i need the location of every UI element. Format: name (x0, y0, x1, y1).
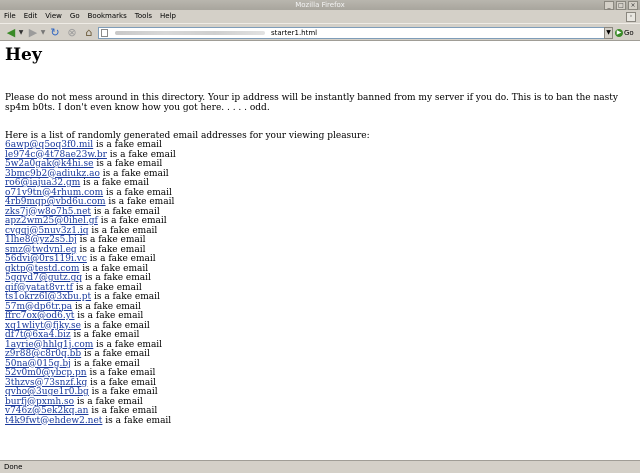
stop-icon[interactable]: ⊗ (65, 26, 79, 39)
menu-help[interactable]: Help (158, 10, 179, 23)
window-controls: _ □ × (604, 1, 638, 10)
url-dropdown-icon[interactable]: ▼ (604, 27, 613, 39)
forward-dropdown-icon[interactable]: ▼ (40, 26, 46, 39)
email-suffix: is a fake email (79, 263, 149, 274)
go-button[interactable]: ▶ Go (615, 28, 634, 38)
email-link[interactable]: z9r88@c8r0q.bb (5, 349, 81, 359)
email-suffix: is a fake email (76, 244, 146, 255)
menu-go[interactable]: Go (68, 10, 83, 23)
status-text: Done (4, 463, 23, 471)
email-link[interactable]: 3thzvs@73snzf.kg (5, 378, 87, 388)
window-titlebar: Mozilla Firefox _ □ × (0, 0, 640, 10)
email-link[interactable]: qvho@3uge1r0.bg (5, 387, 89, 397)
email-link[interactable]: smz@twdvnl.eg (5, 245, 77, 255)
throbber-icon: ◦ (626, 12, 636, 22)
email-suffix: is a fake email (81, 349, 150, 359)
email-link[interactable]: ts1okrz6l@3xbu.pt (5, 292, 91, 302)
reload-icon[interactable]: ↻ (48, 26, 62, 39)
email-link[interactable]: 6awp@q5oq3f0.mil (5, 140, 93, 150)
url-text: starter1.html (271, 29, 318, 37)
email-suffix: is a fake email (106, 149, 176, 160)
email-list: 6awp@q5oq3f0.mil is a fake email le974c@4… (5, 140, 176, 427)
email-suffix: is a fake email (74, 311, 144, 321)
email-suffix: is a fake email (91, 206, 160, 217)
warning-text: Please do not mess around in this direct… (5, 93, 618, 113)
email-link[interactable]: 1ayrie@hhlg1j.com (5, 340, 93, 350)
back-arrow-icon[interactable]: ◀ (4, 26, 18, 39)
navigation-toolbar: ◀ ▼ ▶ ▼ ↻ ⊗ ⌂ starter1.html ▼ ▶ Go (0, 23, 640, 41)
back-dropdown-icon[interactable]: ▼ (18, 26, 24, 39)
home-icon[interactable]: ⌂ (82, 26, 96, 39)
email-suffix: is a fake email (81, 320, 150, 331)
menu-file[interactable]: File (2, 10, 19, 23)
email-link[interactable]: cvgqj@5nuv3z1.iq (5, 226, 89, 236)
email-link[interactable]: zks7j@w8o7h5.net (5, 207, 91, 217)
email-suffix: is a fake email (74, 396, 143, 407)
email-suffix: is a fake email (93, 159, 163, 169)
email-link[interactable]: ffrc7ox@od6.yt (5, 311, 74, 321)
email-list-item: t4k9fwt@ehdew2.net is a fake email (5, 415, 176, 427)
email-link[interactable]: 1lhe8@yz2s5.bj (5, 235, 77, 245)
email-link[interactable]: burfj@pxmh.so (5, 397, 74, 407)
email-link[interactable]: apz2wm25@0ihel.gf (5, 216, 98, 226)
email-suffix: is a fake email (103, 187, 172, 198)
email-link[interactable]: gktp@testd.com (5, 264, 79, 274)
page-heading: Hey (5, 45, 42, 65)
email-link[interactable]: ro6@iajua32.gm (5, 178, 80, 188)
email-link[interactable]: t4k9fwt@ehdew2.net (5, 416, 102, 426)
menu-bookmarks[interactable]: Bookmarks (86, 10, 130, 23)
email-suffix: is a fake email (105, 197, 175, 207)
email-suffix: is a fake email (88, 387, 158, 397)
maximize-icon[interactable]: □ (616, 1, 626, 10)
email-suffix: is a fake email (76, 235, 146, 245)
email-link[interactable]: 5gqyd7@gutz.gq (5, 273, 82, 283)
email-link[interactable]: df7t@6xa4.biz (5, 330, 71, 340)
email-suffix: is a fake email (88, 225, 158, 236)
email-link[interactable]: 52v0m0@ybcp.pn (5, 368, 87, 378)
email-link[interactable]: 4rb9mqp@vbd6u.com (5, 197, 106, 207)
email-link[interactable]: v746z@5ek2kq.an (5, 406, 88, 416)
email-suffix: is a fake email (86, 368, 156, 378)
email-link[interactable]: 57m@dp6tr.pa (5, 302, 72, 312)
email-suffix: is a fake email (86, 254, 156, 264)
email-link[interactable]: 50na@015g.bj (5, 359, 71, 369)
email-suffix: is a fake email (70, 330, 140, 340)
status-bar: Done (0, 460, 640, 473)
email-link[interactable]: qif@yatat8vr.tf (5, 283, 73, 293)
email-link[interactable]: 5w2a0gak@k4hi.se (5, 159, 94, 169)
email-suffix: is a fake email (91, 292, 160, 302)
email-link[interactable]: xq1wliyt@fjky.se (5, 321, 81, 331)
email-suffix: is a fake email (72, 301, 141, 312)
email-suffix: is a fake email (70, 358, 140, 369)
email-suffix: is a fake email (102, 415, 172, 426)
address-bar[interactable]: starter1.html (98, 27, 613, 39)
email-link[interactable]: 3bmc9b2@adiukz.ao (5, 169, 100, 179)
close-icon[interactable]: × (628, 1, 638, 10)
email-suffix: is a fake email (80, 178, 150, 188)
menu-edit[interactable]: Edit (22, 10, 41, 23)
email-link[interactable]: 56dvi@0rs119i.vc (5, 254, 87, 264)
window-title: Mozilla Firefox (295, 1, 345, 9)
forward-arrow-icon[interactable]: ▶ (26, 26, 40, 39)
email-link[interactable]: le974c@4t78ae23w.br (5, 150, 107, 160)
menu-tools[interactable]: Tools (133, 10, 155, 23)
email-suffix: is a fake email (87, 377, 157, 388)
page-icon (101, 29, 108, 37)
email-suffix: is a fake email (88, 406, 158, 416)
go-icon: ▶ (615, 29, 623, 37)
page-content: Hey Please do not mess around in this di… (0, 41, 640, 460)
menu-bar: File Edit View Go Bookmarks Tools Help (0, 10, 640, 23)
minimize-icon[interactable]: _ (604, 1, 614, 10)
email-link[interactable]: o71v9tn@4rhum.com (5, 188, 103, 198)
email-suffix: is a fake email (72, 282, 142, 293)
email-suffix: is a fake email (99, 168, 169, 179)
menu-view[interactable]: View (43, 10, 65, 23)
email-suffix: is a fake email (82, 273, 151, 283)
go-label: Go (624, 29, 634, 37)
email-suffix: is a fake email (93, 339, 163, 350)
url-redacted (115, 31, 265, 35)
email-suffix: is a fake email (93, 140, 162, 150)
email-suffix: is a fake email (97, 216, 167, 226)
